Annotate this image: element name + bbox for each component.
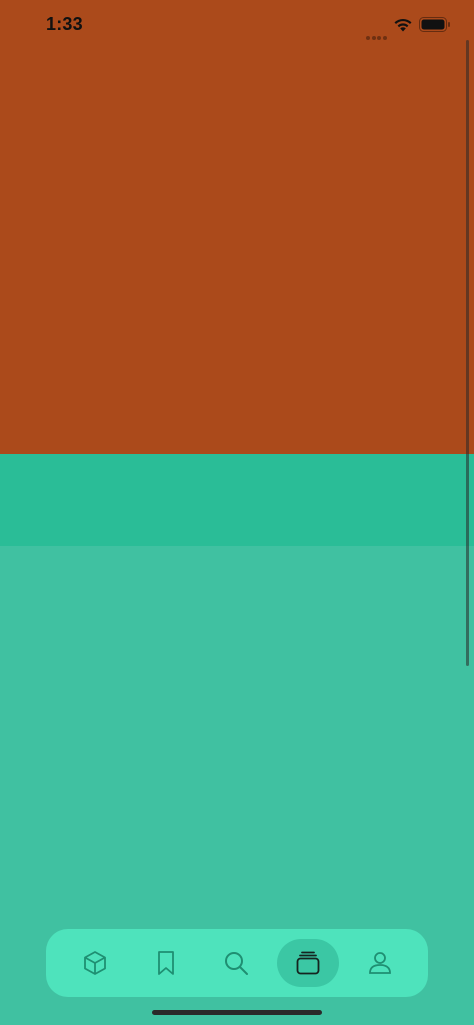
tab-profile[interactable]	[349, 939, 411, 987]
tab-bar	[46, 929, 428, 997]
tab-cube[interactable]	[64, 939, 126, 987]
tab-search[interactable]	[205, 939, 267, 987]
person-icon	[369, 952, 391, 974]
wifi-icon	[394, 18, 412, 32]
vertical-scrollbar[interactable]	[466, 40, 469, 666]
tab-stack[interactable]	[277, 939, 339, 987]
search-icon	[225, 952, 248, 975]
home-indicator[interactable]	[152, 1010, 322, 1015]
cube-icon	[84, 951, 106, 975]
tab-bookmarks[interactable]	[135, 939, 197, 987]
bookmark-icon	[158, 951, 174, 975]
cellular-signal-icon	[366, 27, 388, 40]
middle-color-band	[0, 454, 474, 546]
top-color-section	[0, 0, 474, 454]
battery-icon	[419, 17, 450, 32]
status-bar: 1:33	[0, 0, 474, 54]
stack-icon	[296, 951, 320, 975]
status-time: 1:33	[46, 14, 83, 34]
